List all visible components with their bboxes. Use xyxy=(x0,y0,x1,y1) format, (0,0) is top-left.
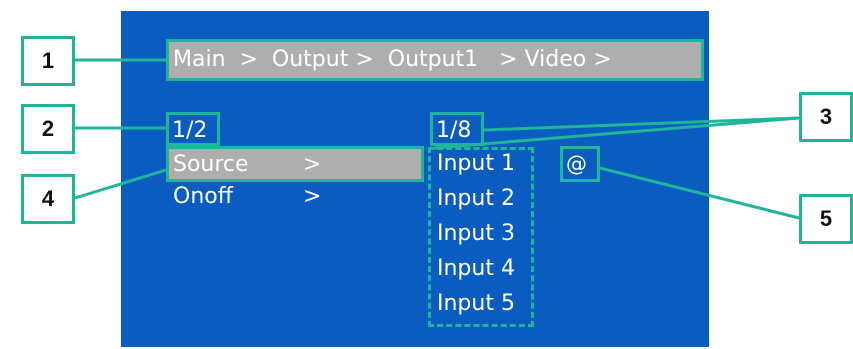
annotation-box-marker xyxy=(560,146,600,182)
annotation-box-submenu-page xyxy=(430,112,484,146)
callout-3: 3 xyxy=(799,92,853,142)
menu-item-onoff-arrow: > xyxy=(303,184,322,209)
callout-4: 4 xyxy=(21,174,75,224)
callout-1: 1 xyxy=(21,36,75,86)
annotation-box-selected-item xyxy=(166,146,424,182)
annotation-box-breadcrumb xyxy=(166,39,704,81)
callout-2: 2 xyxy=(21,104,75,154)
callout-5: 5 xyxy=(799,194,853,244)
annotation-box-menu-page xyxy=(166,112,220,146)
menu-item-onoff-label[interactable]: Onoff xyxy=(173,182,233,212)
annotation-box-option-list xyxy=(428,147,534,327)
